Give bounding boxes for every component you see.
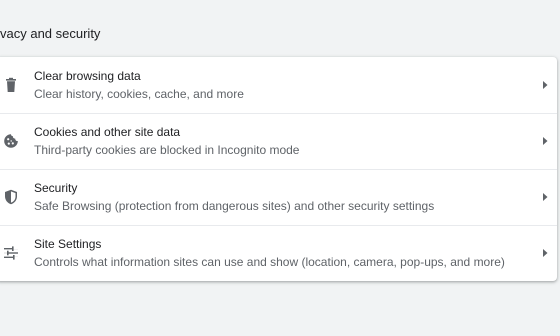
site-settings-label: Site Settings: [34, 237, 102, 251]
clear-browsing-data-description: Clear history, cookies, cache, and more: [34, 87, 244, 101]
cookie-icon: [3, 133, 19, 149]
chevron-right-icon: [541, 248, 549, 258]
cookies-row[interactable]: Cookies and other site data Third-party …: [0, 113, 557, 169]
tune-icon: [3, 245, 19, 261]
cookies-description: Third-party cookies are blocked in Incog…: [34, 143, 300, 157]
clear-browsing-data-row[interactable]: Clear browsing data Clear history, cooki…: [0, 57, 557, 113]
site-settings-row[interactable]: Site Settings Controls what information …: [0, 225, 557, 281]
row-divider: [0, 169, 557, 170]
site-settings-description: Controls what information sites can use …: [34, 255, 505, 269]
chevron-right-icon: [541, 192, 549, 202]
security-label: Security: [34, 181, 78, 195]
trash-icon: [3, 77, 19, 93]
row-divider: [0, 113, 557, 114]
chevron-right-icon: [541, 136, 549, 146]
security-row[interactable]: Security Safe Browsing (protection from …: [0, 169, 557, 225]
row-divider: [0, 225, 557, 226]
shield-icon: [3, 189, 19, 205]
settings-page: vacy and security Clear browsing data Cl…: [0, 0, 560, 336]
chevron-right-icon: [541, 80, 549, 90]
security-description: Safe Browsing (protection from dangerous…: [34, 199, 435, 213]
section-title: vacy and security: [0, 26, 101, 41]
privacy-security-card: Clear browsing data Clear history, cooki…: [0, 57, 557, 281]
cookies-label: Cookies and other site data: [34, 125, 181, 139]
clear-browsing-data-label: Clear browsing data: [34, 69, 141, 83]
